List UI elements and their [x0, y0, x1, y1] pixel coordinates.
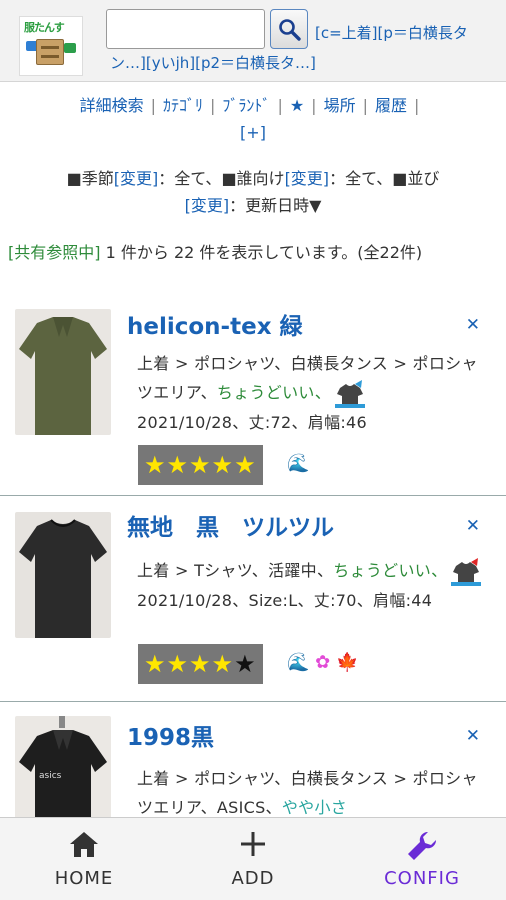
rating-stars-filled: ★★★★	[144, 650, 235, 678]
nav-separator: |	[362, 96, 368, 115]
close-icon[interactable]: ✕	[466, 315, 480, 335]
item-meta: 上着 > Tシャツ、活躍中、ちょうどいい、 2021/10/28、Size:L、丈…	[137, 556, 488, 615]
nav-links: 詳細検索 | ｶﾃｺﾞﾘ | ﾌﾞﾗﾝﾄﾞ | ★ | 場所 | 履歴 | [+]	[0, 92, 506, 146]
item-category: 上着 > Tシャツ、活躍中、	[137, 561, 334, 580]
nav-detail-search[interactable]: 詳細検索	[80, 96, 144, 115]
spring-icon: ✿	[315, 652, 331, 673]
item-tag: ちょうどいい、	[333, 561, 448, 580]
nav-history[interactable]: 履歴	[375, 96, 407, 115]
autumn-icon: 🍁	[335, 652, 359, 673]
filter-settings: ■季節[変更]：全て、■誰向け[変更]：全て、■並び [変更]：更新日時▼	[20, 165, 486, 219]
logo-box-icon	[36, 39, 64, 65]
item-tag: ちょうどいい、	[216, 383, 332, 402]
close-icon[interactable]: ✕	[466, 726, 480, 746]
logo-text: 服たんす	[24, 21, 65, 34]
result-count: [共有参照中] 1 件から 22 件を表示しています。(全22件)	[8, 239, 500, 266]
item-photo[interactable]	[15, 512, 111, 638]
shared-badge[interactable]: [共有参照中]	[8, 243, 101, 262]
nav-add-more[interactable]: [+]	[240, 123, 266, 142]
tab-add-label: ADD	[231, 868, 275, 889]
home-icon	[70, 832, 98, 857]
result-count-text: 1 件から 22 件を表示しています。(全22件)	[100, 243, 423, 262]
tab-config[interactable]: CONFIG	[338, 818, 506, 900]
order-label: ■並び	[392, 169, 440, 188]
nav-location[interactable]: 場所	[324, 96, 356, 115]
target-label: ■誰向け	[221, 169, 285, 188]
rating-stars-empty: ★	[234, 650, 257, 678]
list-item[interactable]: 無地 黒 ツルツル ✕ 上着 > Tシャツ、活躍中、ちょうどいい、 2021/10…	[0, 496, 506, 702]
star-rating: ★★★★★	[138, 644, 263, 684]
plus-icon	[241, 832, 265, 856]
rating-stars-filled: ★★★★★	[144, 451, 257, 479]
nav-separator: |	[413, 96, 420, 115]
nav-brand[interactable]: ﾌﾞﾗﾝﾄﾞ	[222, 96, 270, 115]
shirt-icon	[451, 557, 482, 586]
item-title[interactable]: 1998黒	[127, 722, 214, 754]
nav-category[interactable]: ｶﾃｺﾞﾘ	[163, 96, 203, 115]
nav-favorite[interactable]: ★	[290, 96, 304, 115]
target-value: ：全て、	[329, 169, 393, 188]
tab-home-label: HOME	[54, 868, 114, 889]
item-list: helicon-tex 緑 ✕ 上着 > ポロシャツ、白横長タンス > ポロシャ…	[0, 297, 506, 842]
season-icons: 🌊	[287, 449, 309, 479]
nav-separator: |	[311, 96, 317, 115]
item-photo[interactable]	[15, 309, 111, 435]
order-change-link[interactable]: [変更]	[185, 196, 230, 215]
summer-icon: 🌊	[287, 453, 310, 474]
tab-home[interactable]: HOME	[0, 818, 168, 900]
item-meta: 上着 > ポロシャツ、白横長タンス > ポロシャツエリア、ちょうどいい、 202…	[137, 349, 488, 437]
item-meta: 上着 > ポロシャツ、白横長タンス > ポロシャツエリア、ASICS、やや小さ	[137, 764, 488, 822]
wrench-icon	[408, 831, 437, 860]
item-title[interactable]: helicon-tex 緑	[127, 311, 303, 343]
season-change-link[interactable]: [変更]	[114, 169, 159, 188]
svg-text:asics: asics	[39, 771, 62, 781]
star-rating: ★★★★★	[138, 445, 263, 485]
nav-separator: |	[210, 96, 216, 115]
item-details: 2021/10/28、丈:72、肩幅:46	[137, 412, 368, 432]
season-label: ■季節	[66, 169, 114, 188]
order-value: ：更新日時▼	[229, 196, 322, 215]
season-icons: 🌊 ✿ 🍁	[287, 648, 358, 678]
season-value: ：全て、	[158, 169, 222, 188]
logo-shirt-icon-2	[64, 43, 76, 53]
app-logo[interactable]: 服たんす	[19, 16, 83, 76]
item-title[interactable]: 無地 黒 ツルツル	[127, 512, 334, 544]
nav-separator: |	[150, 96, 157, 115]
item-details: 2021/10/28、Size:L、丈:70、肩幅:44	[137, 590, 433, 610]
tab-config-label: CONFIG	[384, 868, 460, 889]
app-header: 服たんす [c=上着][p＝白横長タン…][yいjh][p2＝白横長タ…]	[0, 0, 506, 82]
item-tag: やや小さ	[281, 798, 348, 817]
summer-icon: 🌊	[287, 652, 310, 673]
list-item[interactable]: asics 1998黒 ✕ 上着 > ポロシャツ、白横長タンス > ポロシャツエ…	[0, 702, 506, 842]
shirt-icon	[335, 379, 366, 408]
list-item[interactable]: helicon-tex 緑 ✕ 上着 > ポロシャツ、白横長タンス > ポロシャ…	[0, 297, 506, 496]
target-change-link[interactable]: [変更]	[285, 169, 330, 188]
bottom-tab-bar: HOME ADD CONFIG	[0, 817, 506, 900]
tab-add[interactable]: ADD	[169, 818, 337, 900]
nav-separator: |	[277, 96, 283, 115]
active-filter-link[interactable]: [c=上着][p＝白横長タン…][yいjh][p2＝白横長タ…]	[110, 18, 496, 78]
close-icon[interactable]: ✕	[466, 516, 480, 536]
